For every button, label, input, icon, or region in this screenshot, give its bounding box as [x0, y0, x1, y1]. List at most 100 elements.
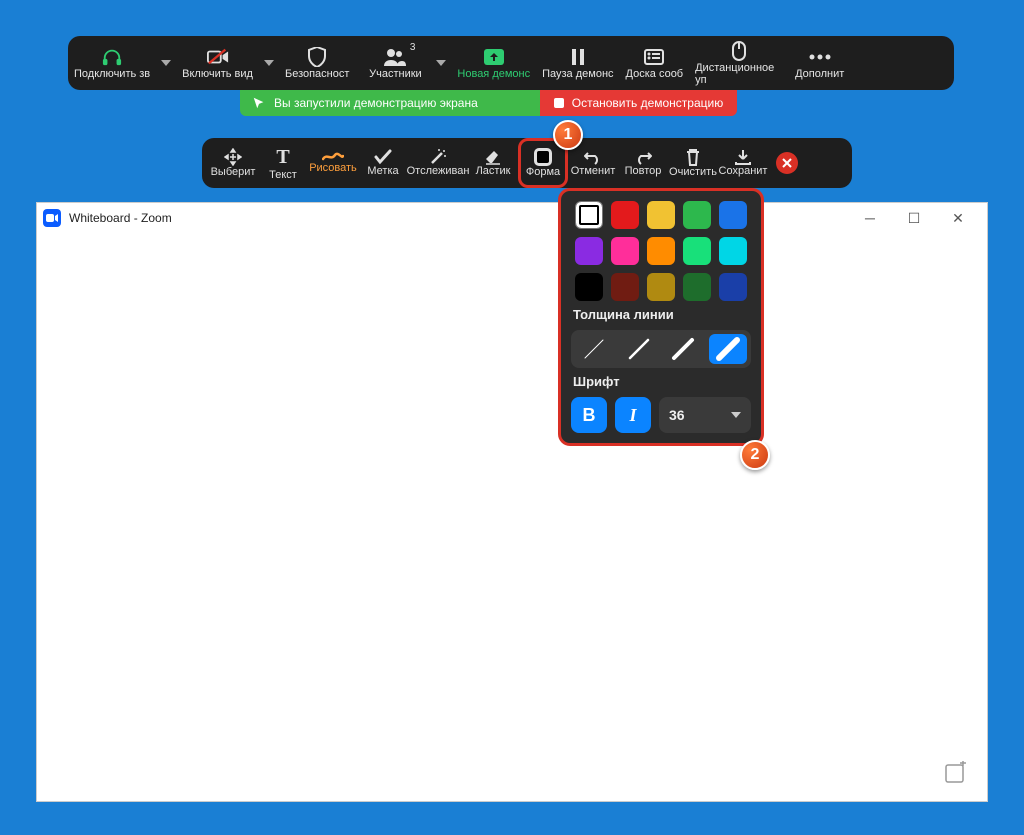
new-share-button[interactable]: Новая демонс: [451, 36, 536, 90]
participants-button[interactable]: 3 Участники: [359, 36, 431, 90]
security-button[interactable]: Безопасност: [279, 36, 355, 90]
color-swatch-darkred[interactable]: [611, 273, 639, 301]
color-swatch-blue[interactable]: [719, 201, 747, 229]
clear-tool[interactable]: Очистить: [668, 138, 718, 188]
bold-button[interactable]: B: [571, 397, 607, 433]
eraser-label: Ластик: [476, 165, 511, 177]
color-swatch-darkyellow[interactable]: [647, 273, 675, 301]
color-swatch-cyan[interactable]: [719, 237, 747, 265]
sharing-status-text: Вы запустили демонстрацию экрана: [274, 96, 478, 110]
color-swatch-red[interactable]: [611, 201, 639, 229]
color-swatch-orange[interactable]: [647, 237, 675, 265]
pause-share-label: Пауза демонс: [542, 68, 613, 80]
thickness-group: [571, 330, 751, 368]
thickness-2[interactable]: [620, 334, 659, 364]
shield-icon: [308, 46, 326, 68]
stop-share-button[interactable]: Остановить демонстрацию: [540, 90, 737, 116]
thickness-1[interactable]: [575, 334, 614, 364]
more-icon: [809, 46, 831, 68]
draw-tool[interactable]: Рисовать: [308, 138, 358, 188]
color-swatch-white[interactable]: [575, 201, 603, 229]
thickness-3[interactable]: [664, 334, 703, 364]
audio-label: Подключить зв: [74, 68, 150, 80]
draw-icon: [322, 152, 344, 162]
color-swatch-darkblue[interactable]: [719, 273, 747, 301]
stamp-tool[interactable]: Метка: [358, 138, 408, 188]
window-close-button[interactable]: ✕: [945, 210, 971, 227]
font-label: Шрифт: [573, 374, 751, 389]
remote-label: Дистанционное уп: [695, 62, 783, 86]
cursor-icon: [252, 96, 266, 110]
format-popover: Толщина линии Шрифт B I 36: [558, 188, 764, 446]
stamp-label: Метка: [367, 165, 398, 177]
color-swatch-darkgreen[interactable]: [683, 273, 711, 301]
pause-icon: [571, 46, 585, 68]
whiteboard-icon: [644, 46, 664, 68]
format-label: Форма: [526, 166, 560, 178]
headphones-icon: [101, 46, 123, 68]
participants-caret[interactable]: [431, 36, 451, 90]
more-label: Дополнит: [795, 68, 844, 80]
zoom-app-icon: [43, 209, 61, 227]
window-maximize-button[interactable]: ☐: [901, 210, 927, 227]
text-tool[interactable]: T Текст: [258, 138, 308, 188]
undo-icon: [584, 149, 602, 165]
callout-badge-2: 2: [740, 440, 770, 470]
spotlight-label: Отслеживан: [407, 165, 470, 177]
audio-caret[interactable]: [156, 36, 176, 90]
wand-icon: [429, 149, 447, 165]
sharing-status: Вы запустили демонстрацию экрана: [240, 90, 500, 116]
more-button[interactable]: Дополнит: [789, 36, 850, 90]
security-label: Безопасност: [285, 68, 349, 80]
color-swatch-black[interactable]: [575, 273, 603, 301]
undo-label: Отменит: [571, 165, 616, 177]
annotation-toolbar: Выберит T Текст Рисовать Метка Отслежива…: [202, 138, 852, 188]
color-swatch-lightgreen[interactable]: [683, 237, 711, 265]
share-screen-icon: [483, 46, 505, 68]
participants-count: 3: [410, 42, 416, 53]
redo-label: Повтор: [625, 165, 662, 177]
close-icon: [782, 158, 792, 168]
thickness-4[interactable]: [709, 334, 748, 364]
stop-share-label: Остановить демонстрацию: [572, 96, 723, 110]
meeting-toolbar: Подключить зв Включить вид Безопасност 3…: [68, 36, 954, 90]
color-swatch-green[interactable]: [683, 201, 711, 229]
redo-tool[interactable]: Повтор: [618, 138, 668, 188]
font-size-value: 36: [669, 407, 685, 423]
save-label: Сохранит: [719, 165, 768, 177]
text-label: Текст: [269, 169, 297, 181]
mouse-icon: [732, 40, 746, 62]
new-share-label: Новая демонс: [457, 68, 530, 80]
whiteboard-label-btn: Доска сооб: [626, 68, 684, 80]
color-swatch-purple[interactable]: [575, 237, 603, 265]
video-label: Включить вид: [182, 68, 253, 80]
select-label: Выберит: [211, 166, 256, 178]
italic-button[interactable]: I: [615, 397, 651, 433]
new-page-button[interactable]: [945, 761, 967, 783]
whiteboard-button[interactable]: Доска сооб: [620, 36, 690, 90]
video-off-icon: [207, 46, 229, 68]
video-caret[interactable]: [259, 36, 279, 90]
eraser-tool[interactable]: Ластик: [468, 138, 518, 188]
spotlight-tool[interactable]: Отслеживан: [408, 138, 468, 188]
whiteboard-titlebar[interactable]: Whiteboard - Zoom ─ ☐ ✕: [37, 203, 987, 233]
chevron-down-icon: [731, 412, 741, 418]
audio-button[interactable]: Подключить зв: [68, 36, 156, 90]
whiteboard-window: Whiteboard - Zoom ─ ☐ ✕: [36, 202, 988, 802]
text-icon: T: [276, 146, 289, 169]
color-swatches: [571, 201, 751, 301]
sharing-status-bar: Вы запустили демонстрацию экрана Останов…: [240, 90, 737, 116]
move-icon: [224, 148, 242, 166]
select-tool[interactable]: Выберит: [208, 138, 258, 188]
close-annotation-button[interactable]: [776, 152, 798, 174]
participants-label: Участники: [369, 68, 422, 80]
thickness-label: Толщина линии: [573, 307, 751, 322]
video-button[interactable]: Включить вид: [176, 36, 259, 90]
remote-control-button[interactable]: Дистанционное уп: [689, 36, 789, 90]
color-swatch-magenta[interactable]: [611, 237, 639, 265]
color-swatch-yellow[interactable]: [647, 201, 675, 229]
pause-share-button[interactable]: Пауза демонс: [536, 36, 619, 90]
save-tool[interactable]: Сохранит: [718, 138, 768, 188]
font-size-select[interactable]: 36: [659, 397, 751, 433]
window-minimize-button[interactable]: ─: [857, 210, 883, 226]
